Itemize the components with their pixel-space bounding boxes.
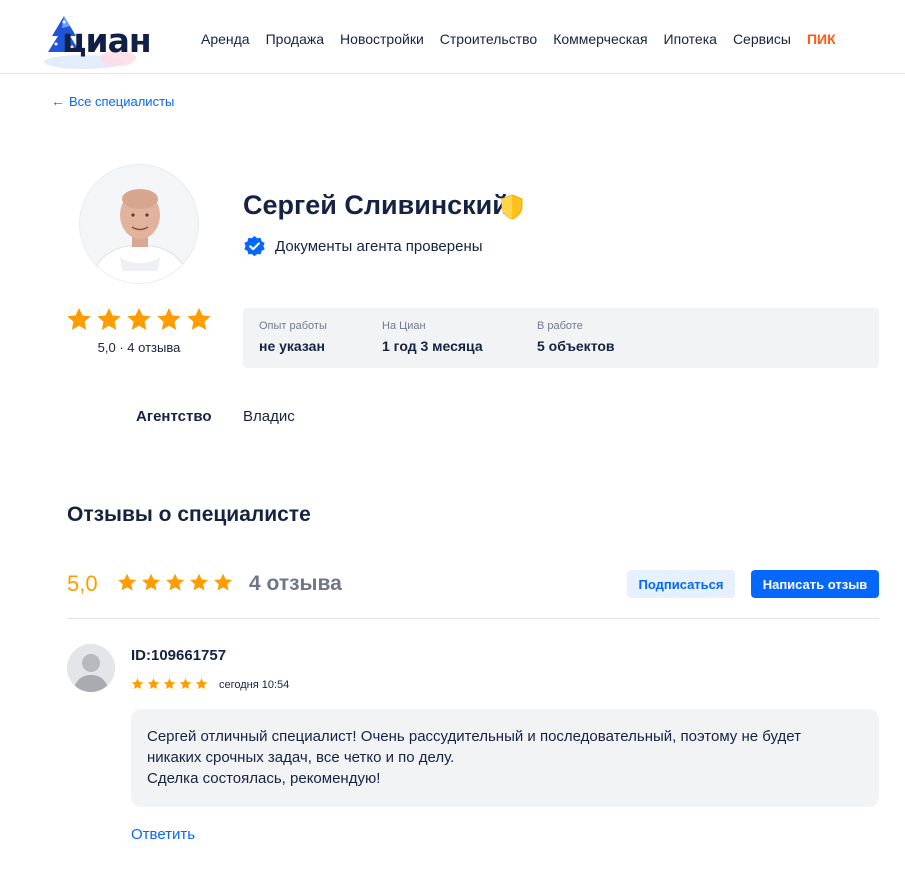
- reviews-average-stars: [117, 573, 233, 592]
- review-date: сегодня 10:54: [219, 679, 290, 691]
- star-icon: [195, 678, 208, 690]
- stat-label: На Циан: [382, 320, 426, 332]
- star-icon: [97, 307, 121, 330]
- star-icon: [157, 307, 181, 330]
- star-icon: [163, 678, 176, 690]
- star-icon: [142, 573, 160, 591]
- documents-verified: Документы агента проверены: [243, 235, 483, 258]
- write-review-button[interactable]: Написать отзыв: [751, 570, 879, 598]
- star-icon: [118, 573, 136, 591]
- nav-item-commercial[interactable]: Коммерческая: [553, 31, 647, 47]
- star-icon: [131, 678, 144, 690]
- stat-value: не указан: [259, 338, 325, 354]
- stat-in-work[interactable]: В работе 5 объектов: [537, 320, 615, 354]
- star-icon: [214, 573, 232, 591]
- review-rating-stars: [131, 678, 208, 690]
- subscribe-button[interactable]: Подписаться: [627, 570, 735, 598]
- reviews-divider: [67, 618, 879, 619]
- star-icon: [67, 307, 91, 330]
- shield-badge-icon[interactable]: [500, 194, 524, 220]
- reviews-heading: Отзывы о специалисте: [67, 503, 311, 526]
- stat-label: В работе: [537, 320, 583, 332]
- star-icon: [127, 307, 151, 330]
- stat-on-cian: На Циан 1 год 3 месяца: [382, 320, 483, 354]
- stat-value: 5 объектов: [537, 338, 615, 354]
- nav-item-rent[interactable]: Аренда: [201, 31, 250, 47]
- star-icon: [179, 678, 192, 690]
- reviews-average-score: 5,0: [67, 571, 98, 596]
- back-to-specialists-link[interactable]: ← Все специалисты: [51, 93, 174, 109]
- agency-value: Владис: [243, 408, 295, 425]
- star-icon: [190, 573, 208, 591]
- nav-item-services[interactable]: Сервисы: [733, 31, 791, 47]
- arrow-left-icon: ←: [51, 93, 65, 109]
- stat-value: 1 год 3 месяца: [382, 338, 483, 354]
- profile-rating-summary[interactable]: 5,0 · 4 отзыва: [66, 340, 212, 355]
- specialist-stats-panel: Опыт работы не указан На Циан 1 год 3 ме…: [243, 308, 879, 368]
- logo-wordmark: циан: [62, 21, 152, 60]
- specialist-name: Сергей Сливинский: [243, 190, 509, 220]
- review-text-bubble: Сергей отличный специалист! Очень рассуд…: [131, 709, 879, 807]
- star-icon: [166, 573, 184, 591]
- verified-check-icon: [244, 235, 265, 257]
- agency-label: Агентство: [136, 408, 212, 425]
- nav-item-construction[interactable]: Строительство: [440, 31, 537, 47]
- back-link-label: Все специалисты: [69, 93, 175, 109]
- person-photo-icon: [80, 165, 198, 283]
- nav-item-pik[interactable]: ПИК: [807, 31, 836, 47]
- stat-label: Опыт работы: [259, 320, 327, 332]
- profile-rating-stars: [66, 307, 212, 332]
- reviews-count: 4 отзыва: [249, 572, 342, 595]
- nav-item-newbuildings[interactable]: Новостройки: [340, 31, 424, 47]
- star-icon: [187, 307, 211, 330]
- stat-experience: Опыт работы не указан: [259, 320, 327, 354]
- verified-text: Документы агента проверены: [275, 238, 483, 255]
- review-text: Сергей отличный специалист! Очень рассуд…: [147, 728, 801, 787]
- reviewer-avatar: [67, 644, 115, 692]
- reply-link[interactable]: Ответить: [131, 826, 195, 843]
- star-icon: [147, 678, 160, 690]
- nav-item-mortgage[interactable]: Ипотека: [664, 31, 717, 47]
- nav-item-sale[interactable]: Продажа: [266, 31, 324, 47]
- review-author: ID:109661757: [131, 647, 227, 664]
- specialist-avatar: [79, 164, 199, 284]
- cian-logo[interactable]: циан: [44, 14, 156, 70]
- main-nav: Аренда Продажа Новостройки Строительство…: [201, 31, 836, 47]
- user-placeholder-icon: [67, 644, 115, 692]
- site-header: циан Аренда Продажа Новостройки Строител…: [0, 0, 905, 74]
